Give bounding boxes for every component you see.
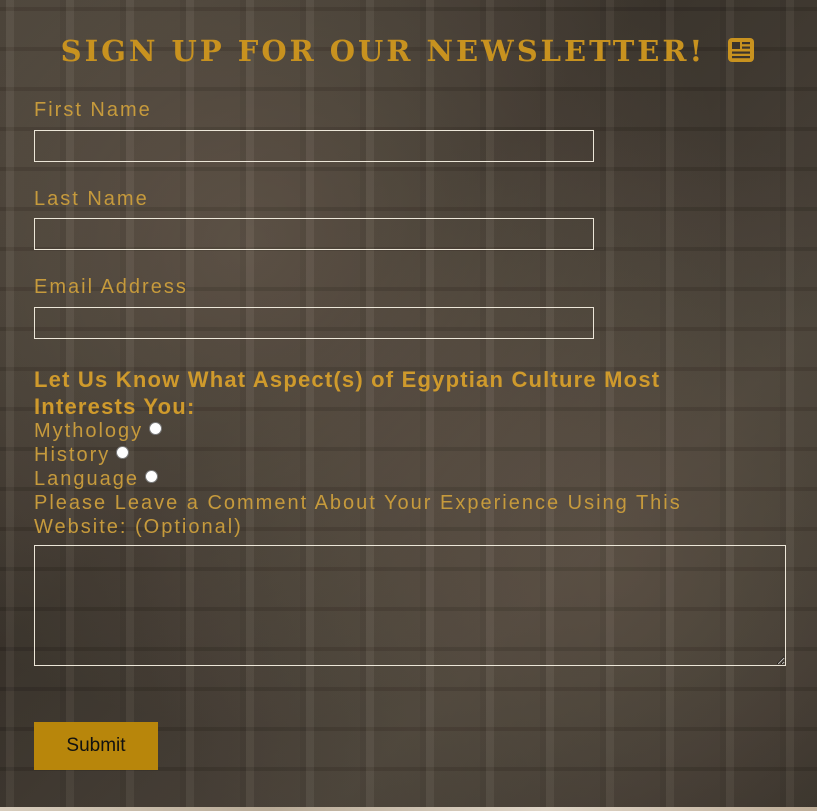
interest-option-mythology: Mythology [34,419,163,443]
interest-option-language: Language [34,467,158,491]
submit-button[interactable]: Submit [34,722,158,770]
radio-label-language: Language [34,468,139,490]
radio-label-mythology: Mythology [34,420,144,442]
radio-language[interactable] [144,470,158,483]
radio-label-history: History [34,444,111,466]
first-name-input[interactable] [34,130,594,162]
last-name-label: Last Name [34,188,149,210]
interests-question: Let Us Know What Aspect(s) of Egyptian C… [34,367,661,419]
first-name-label: First Name [34,99,152,121]
last-name-input[interactable] [34,218,594,250]
radio-mythology[interactable] [149,422,163,435]
comment-label: Please Leave a Comment About Your Experi… [34,492,682,538]
footer-strip [0,807,817,811]
comment-textarea[interactable] [34,545,786,666]
interest-option-history: History [34,443,130,467]
newspaper-icon [726,36,756,71]
email-input[interactable] [34,307,594,339]
radio-history[interactable] [116,446,130,459]
newsletter-heading: SIGN UP FOR OUR NEWSLETTER! [0,34,817,71]
newsletter-title: SIGN UP FOR OUR NEWSLETTER! [60,34,706,68]
email-label: Email Address [34,276,188,298]
